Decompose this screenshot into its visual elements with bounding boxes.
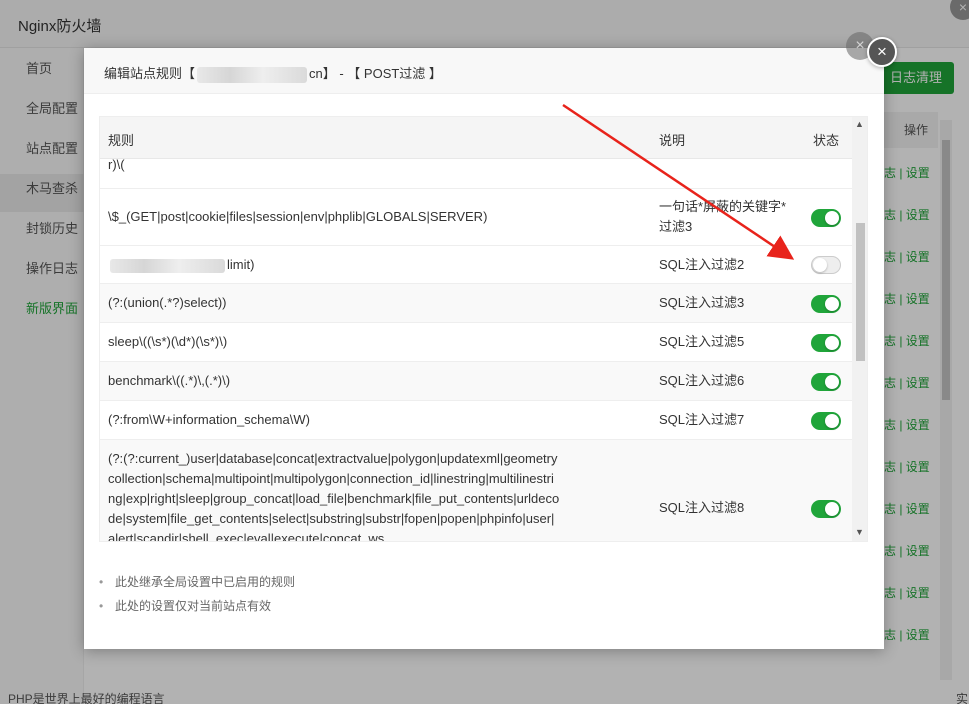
rule-cell: r)\(	[108, 159, 125, 172]
table-body: r)\( \$_(GET|post|cookie|files|session|e…	[100, 159, 852, 542]
status-toggle[interactable]	[811, 373, 841, 391]
toggle-knob	[825, 336, 839, 350]
rules-table: 规则 说明 状态 r)\( \$_(GET|post|cookie|files|…	[99, 116, 868, 542]
rule-cell: (?:(union(.*?)select))	[108, 295, 227, 310]
rule-cell: (?:(?:current_)user|database|concat|extr…	[108, 451, 560, 542]
toggle-knob	[825, 502, 839, 516]
desc-cell: SQL注入过滤8	[659, 500, 745, 515]
column-header-status: 状态	[813, 133, 840, 148]
note-item: 此处的设置仅对当前站点有效	[99, 594, 295, 618]
scroll-down-icon[interactable]: ▼	[855, 527, 864, 537]
dialog-title-suffix: cn】 - 【 POST过滤 】	[309, 66, 442, 81]
status-toggle[interactable]	[811, 412, 841, 430]
notes-list: 此处继承全局设置中已启用的规则 此处的设置仅对当前站点有效	[99, 570, 295, 618]
rule-cell: benchmark\((.*)\,(.*)\)	[108, 373, 231, 388]
desc-cell: SQL注入过滤2	[659, 257, 745, 272]
dialog-title-prefix: 编辑站点规则【	[104, 66, 196, 81]
table-row: (?:(?:current_)user|database|concat|extr…	[100, 440, 852, 542]
toggle-knob	[825, 297, 839, 311]
column-header-rule: 规则	[108, 133, 135, 148]
dialog-close-button[interactable]: ×	[867, 37, 897, 67]
scroll-up-icon[interactable]: ▲	[855, 119, 864, 129]
rule-cell: limit)	[108, 255, 560, 275]
desc-cell: 一句话*屏蔽的关键字*过滤3	[659, 199, 787, 234]
toggle-knob	[825, 375, 839, 389]
toggle-knob	[825, 211, 839, 225]
rule-text: limit)	[227, 257, 255, 272]
table-scrollbar-thumb[interactable]	[856, 223, 865, 361]
rule-cell: sleep\((\s*)(\d*)(\s*)\)	[108, 334, 228, 349]
desc-cell: SQL注入过滤5	[659, 334, 745, 349]
edit-site-rules-dialog: 编辑站点规则【 cn】 - 【 POST过滤 】 × × 规则 说明 状态 r)\…	[84, 32, 897, 649]
table-row: (?:(union(.*?)select)) SQL注入过滤3	[100, 284, 852, 323]
dialog-header: 编辑站点规则【 cn】 - 【 POST过滤 】	[84, 48, 884, 94]
redacted-site-name	[197, 66, 308, 83]
table-row: r)\(	[100, 159, 852, 189]
desc-cell: SQL注入过滤7	[659, 412, 745, 427]
status-toggle[interactable]	[811, 256, 841, 274]
status-toggle[interactable]	[811, 334, 841, 352]
table-header: 规则 说明 状态	[100, 117, 852, 159]
status-toggle[interactable]	[811, 500, 841, 518]
dialog-title: 编辑站点规则【 cn】 - 【 POST过滤 】	[104, 63, 442, 83]
table-row: sleep\((\s*)(\d*)(\s*)\) SQL注入过滤5	[100, 323, 852, 362]
toggle-knob	[813, 258, 827, 272]
redacted-rule	[110, 258, 225, 273]
status-toggle[interactable]	[811, 295, 841, 313]
table-row: benchmark\((.*)\,(.*)\) SQL注入过滤6	[100, 362, 852, 401]
table-row: \$_(GET|post|cookie|files|session|env|ph…	[100, 189, 852, 246]
table-row: limit) SQL注入过滤2	[100, 246, 852, 284]
desc-cell: SQL注入过滤6	[659, 373, 745, 388]
table-row: (?:from\W+information_schema\W) SQL注入过滤7	[100, 401, 852, 440]
note-item: 此处继承全局设置中已启用的规则	[99, 570, 295, 594]
desc-cell: SQL注入过滤3	[659, 295, 745, 310]
table-scrollbar[interactable]: ▲ ▼	[852, 117, 867, 541]
rule-cell: (?:from\W+information_schema\W)	[108, 412, 310, 427]
toggle-knob	[825, 414, 839, 428]
rule-cell: \$_(GET|post|cookie|files|session|env|ph…	[108, 209, 488, 224]
status-toggle[interactable]	[811, 209, 841, 227]
column-header-desc: 说明	[659, 133, 686, 148]
